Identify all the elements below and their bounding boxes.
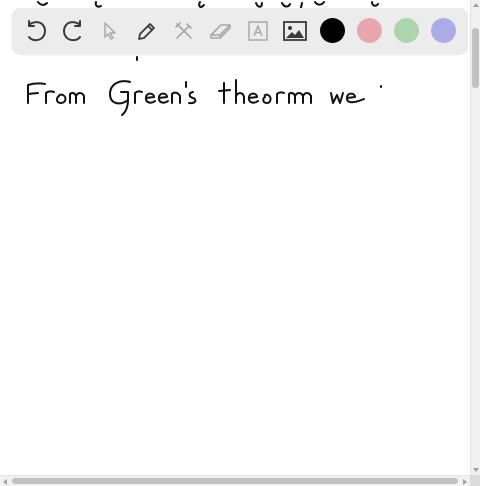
tools-button[interactable] <box>168 15 200 47</box>
color-pink-swatch[interactable] <box>357 18 382 43</box>
pen-button[interactable] <box>131 15 163 47</box>
scrollbar-corner <box>470 475 480 486</box>
horizontal-scrollbar[interactable] <box>0 475 470 486</box>
whiteboard-app: From Green's theorem we . <box>0 0 480 486</box>
image-icon <box>283 21 307 41</box>
eraser-icon <box>210 24 231 39</box>
image-button[interactable] <box>279 15 311 47</box>
vertical-scroll-thumb[interactable] <box>472 28 479 88</box>
redo-icon <box>63 20 81 42</box>
tools-icon <box>175 22 192 39</box>
color-black-swatch[interactable] <box>320 18 345 43</box>
text-icon <box>248 21 268 41</box>
color-blue-swatch[interactable] <box>431 18 456 43</box>
redo-button[interactable] <box>57 15 89 47</box>
horizontal-scroll-thumb[interactable] <box>12 478 458 484</box>
scroll-up-icon[interactable] <box>473 3 479 7</box>
handwriting-ink <box>27 1 382 116</box>
pointer-icon <box>104 22 116 40</box>
eraser-button[interactable] <box>205 15 237 47</box>
select-button[interactable] <box>94 15 126 47</box>
undo-button[interactable] <box>20 15 52 47</box>
scroll-right-icon[interactable] <box>463 479 467 485</box>
undo-icon <box>28 20 46 42</box>
text-button[interactable] <box>242 15 274 47</box>
scroll-down-icon[interactable] <box>473 468 479 472</box>
drawing-toolbar <box>12 8 468 54</box>
scroll-left-icon[interactable] <box>3 479 7 485</box>
drawing-canvas[interactable]: From Green's theorem we . <box>0 0 470 475</box>
color-green-swatch[interactable] <box>394 18 419 43</box>
vertical-scrollbar[interactable] <box>470 0 480 475</box>
pen-icon <box>138 23 155 40</box>
